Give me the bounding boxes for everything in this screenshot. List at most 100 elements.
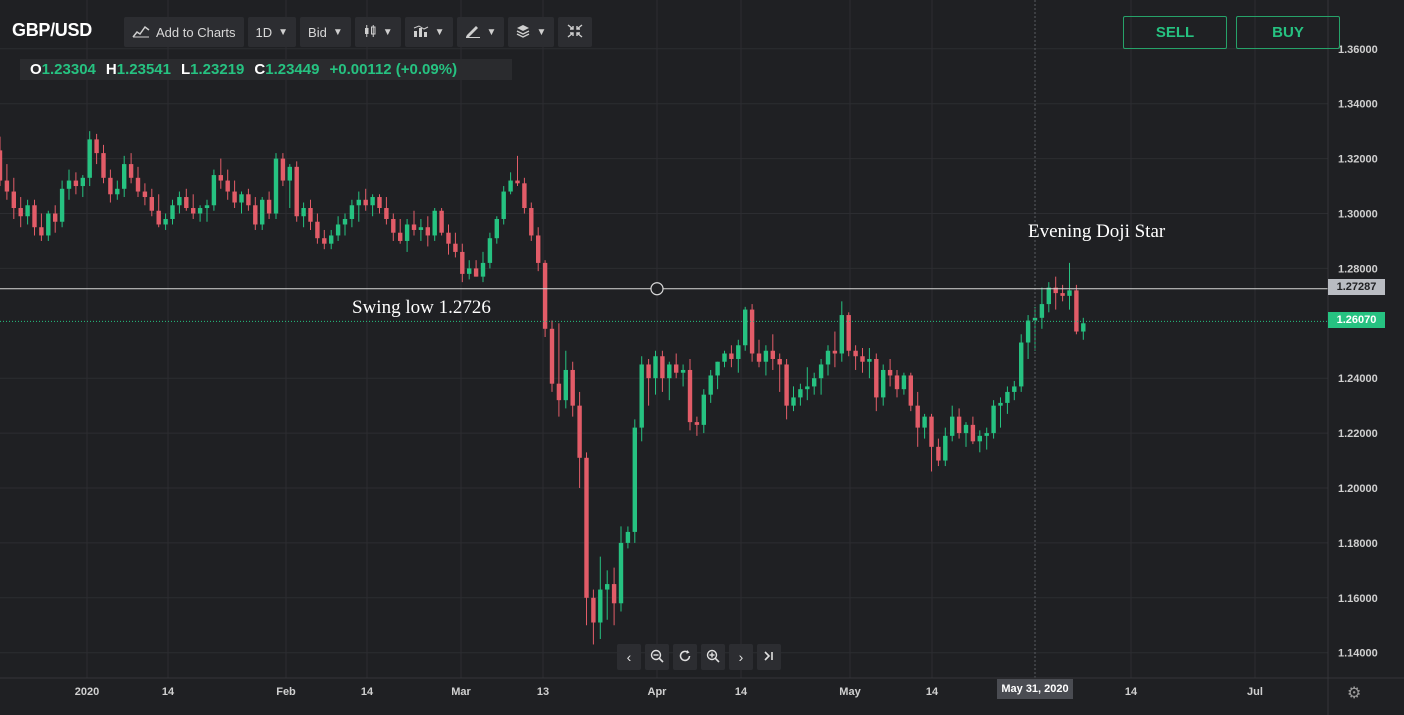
- candle-body: [515, 180, 520, 184]
- candle-body: [329, 235, 334, 244]
- y-tick-label: 1.14000: [1338, 648, 1378, 660]
- candle-body: [812, 378, 817, 387]
- close-label: C: [254, 61, 266, 78]
- candle-body: [494, 218, 499, 239]
- candle-body: [722, 353, 727, 362]
- layers-dropdown[interactable]: ▼: [508, 17, 555, 47]
- y-tick-label: 1.32000: [1338, 154, 1378, 166]
- candle-body: [977, 435, 982, 442]
- x-tick-label: 13: [537, 686, 549, 698]
- buy-button[interactable]: BUY: [1236, 16, 1340, 49]
- horizontal-line-price-tag: 1.27287: [1328, 279, 1385, 295]
- trading-chart-window: 1.36000 1.34000 1.32000 1.30000 1.28000 1.240…: [0, 0, 1404, 715]
- candle-body: [998, 402, 1003, 406]
- evening-doji-annotation[interactable]: Evening Doji Star: [1028, 221, 1165, 243]
- reset-chart-button[interactable]: [673, 644, 697, 670]
- candle-body: [404, 224, 410, 241]
- scroll-right-button[interactable]: ›: [729, 644, 753, 670]
- candle-body: [901, 375, 907, 390]
- candle-body: [391, 218, 396, 233]
- candle-body: [874, 358, 879, 398]
- candle-body: [177, 197, 182, 206]
- candle-body: [11, 191, 16, 209]
- candle-body: [908, 375, 913, 406]
- candle-body: [432, 210, 437, 236]
- candle-body: [715, 361, 720, 376]
- candle-body: [39, 227, 44, 236]
- candle-body: [598, 589, 603, 623]
- refresh-icon: [678, 649, 692, 666]
- candle-body: [191, 208, 196, 214]
- candle-body: [53, 213, 58, 222]
- candle-body: [46, 213, 51, 236]
- swing-low-annotation[interactable]: Swing low 1.2726: [352, 297, 491, 319]
- candle-body: [577, 405, 582, 458]
- candle-body: [956, 416, 962, 434]
- y-tick-label: 1.20000: [1338, 483, 1378, 495]
- candle-body: [542, 262, 548, 329]
- candle-body: [556, 383, 562, 401]
- candle-body: [18, 208, 23, 217]
- candle-body: [963, 424, 969, 434]
- candle-body: [59, 188, 65, 222]
- candle-body: [1060, 293, 1065, 296]
- chart-navigation: ‹ ›: [617, 644, 781, 670]
- x-tick-label: Feb: [276, 686, 296, 698]
- candle-body: [163, 218, 168, 225]
- chart-type-dropdown[interactable]: ▼: [354, 17, 401, 47]
- candle-body: [798, 389, 803, 398]
- candle-body: [749, 309, 755, 354]
- candle-body: [473, 268, 479, 277]
- candle-body: [128, 164, 134, 178]
- candle-body: [950, 416, 955, 436]
- candle-body: [363, 199, 368, 206]
- drawing-tools-dropdown[interactable]: ▼: [456, 17, 505, 47]
- candle-body: [142, 191, 148, 198]
- candle-body: [1074, 290, 1079, 332]
- jump-to-latest-button[interactable]: [757, 644, 781, 670]
- candle-body: [1025, 320, 1031, 343]
- candle-body: [273, 158, 279, 214]
- last-price-tag: 1.26070: [1328, 312, 1385, 328]
- candle-body: [936, 446, 941, 461]
- chevron-down-icon: ▼: [486, 26, 497, 38]
- x-tick-label: Apr: [648, 686, 668, 698]
- candle-body: [549, 328, 555, 384]
- open-value: 1.23304: [41, 61, 96, 78]
- candle-body: [915, 405, 920, 428]
- candle-body: [694, 422, 700, 425]
- zoom-out-button[interactable]: [645, 644, 669, 670]
- candle-body: [32, 205, 37, 228]
- candle-body: [135, 177, 141, 192]
- chart-settings-gear-icon[interactable]: ⚙: [1347, 683, 1361, 703]
- candle-body: [529, 208, 534, 236]
- candle-body: [225, 180, 230, 192]
- candle-body: [736, 345, 741, 359]
- sell-button[interactable]: SELL: [1123, 16, 1227, 49]
- candle-body: [418, 227, 424, 230]
- candle-body: [342, 218, 348, 225]
- candle-body: [308, 208, 313, 222]
- candle-body: [618, 542, 624, 604]
- price-type-dropdown[interactable]: Bid ▼: [300, 17, 351, 47]
- fullscreen-toggle-button[interactable]: [558, 17, 593, 47]
- y-tick-label: 1.24000: [1338, 373, 1378, 385]
- price-type-label: Bid: [308, 24, 327, 40]
- candle-body: [1039, 304, 1045, 318]
- candle-body: [411, 224, 417, 230]
- grid-lines: [0, 0, 1328, 678]
- add-to-charts-button[interactable]: Add to Charts: [124, 17, 244, 47]
- candle-body: [453, 243, 458, 252]
- candle-body: [80, 177, 85, 187]
- candle-body: [101, 153, 106, 178]
- indicators-dropdown[interactable]: ▼: [404, 17, 453, 47]
- x-tick-label: 14: [361, 686, 374, 698]
- change-value: +0.00112 (+0.09%): [329, 61, 458, 78]
- swing-low-line-handle: [650, 282, 664, 296]
- zoom-in-button[interactable]: [701, 644, 725, 670]
- candle-body: [867, 358, 872, 362]
- interval-dropdown[interactable]: 1D ▼: [247, 17, 297, 47]
- jump-end-icon: [762, 649, 776, 666]
- candlestick-chart[interactable]: 1.36000 1.34000 1.32000 1.30000 1.28000 1.240…: [0, 0, 1404, 715]
- scroll-left-button[interactable]: ‹: [617, 644, 641, 670]
